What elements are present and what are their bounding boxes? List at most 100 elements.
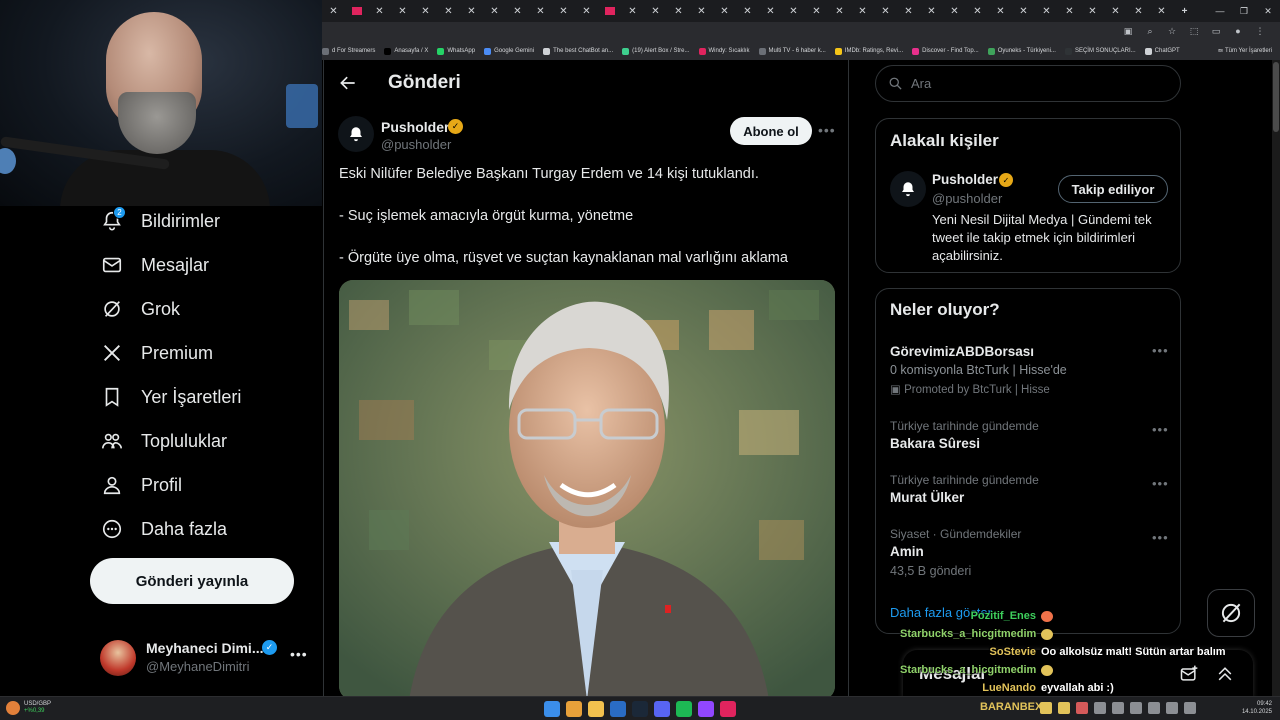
nav-item-grok[interactable]: Grok bbox=[100, 292, 180, 326]
bookmark-item[interactable]: The best ChatBot an... bbox=[543, 47, 613, 55]
browser-tab[interactable] bbox=[345, 2, 368, 20]
browser-tab[interactable]: ✕ bbox=[874, 2, 897, 20]
browser-tab[interactable]: ✕ bbox=[966, 2, 989, 20]
extensions-icon[interactable]: ⬚ bbox=[1188, 25, 1200, 37]
tray-icon[interactable] bbox=[1094, 702, 1106, 714]
tray-icon[interactable] bbox=[1112, 702, 1124, 714]
clock[interactable]: 09:42 14.10.2025 bbox=[1242, 700, 1272, 716]
related-handle[interactable]: @pusholder bbox=[932, 191, 1002, 206]
browser-tab[interactable]: ✕ bbox=[782, 2, 805, 20]
browser-tab[interactable]: ✕ bbox=[483, 2, 506, 20]
nav-item-daha-fazla[interactable]: Daha fazla bbox=[100, 512, 227, 546]
bookmark-item[interactable]: Oyuneks - Türkiyeni... bbox=[987, 47, 1056, 55]
new-tab-button[interactable]: + bbox=[1173, 2, 1196, 20]
browser-tab[interactable]: ✕ bbox=[989, 2, 1012, 20]
browser-tab[interactable]: ✕ bbox=[368, 2, 391, 20]
maximize-button[interactable]: ❐ bbox=[1232, 0, 1256, 22]
bookmark-item[interactable]: IMDb: Ratings, Revi... bbox=[834, 47, 903, 55]
browser-tab[interactable]: ✕ bbox=[1150, 2, 1173, 20]
chrome-icon[interactable] bbox=[566, 701, 582, 717]
bookmark-item[interactable]: Discover - Find Top... bbox=[912, 47, 979, 55]
main-scrollbar[interactable] bbox=[862, 60, 866, 696]
trend-more-icon[interactable]: ••• bbox=[1152, 476, 1169, 491]
streaming-app-icon[interactable] bbox=[698, 701, 714, 717]
file-explorer-icon[interactable] bbox=[588, 701, 604, 717]
browser-tab[interactable]: ✕ bbox=[460, 2, 483, 20]
browser-tab[interactable]: ✕ bbox=[552, 2, 575, 20]
post-button[interactable]: Gönderi yayınla bbox=[90, 558, 294, 604]
post-author-handle[interactable]: @pusholder bbox=[381, 137, 451, 152]
trend-title[interactable]: Bakara Sûresi bbox=[890, 436, 980, 451]
scrollbar-thumb[interactable] bbox=[1273, 62, 1279, 132]
browser-tab[interactable] bbox=[598, 2, 621, 20]
browser-tab[interactable]: ✕ bbox=[805, 2, 828, 20]
trend-title[interactable]: GörevimizABDBorsası bbox=[890, 344, 1034, 359]
bookmark-item[interactable]: SEÇİM SONUÇLARI... bbox=[1064, 47, 1136, 55]
menu-icon[interactable]: ⋮ bbox=[1254, 25, 1266, 37]
browser-tab[interactable]: ✕ bbox=[920, 2, 943, 20]
trend-title[interactable]: Amin bbox=[890, 544, 924, 559]
bookmark-item[interactable]: ChatGPT bbox=[1144, 47, 1180, 55]
bookmark-item[interactable]: Google Gemini bbox=[484, 47, 534, 55]
ticker-widget[interactable]: USD/GBP +%0,39 bbox=[6, 701, 51, 715]
discord-icon[interactable] bbox=[654, 701, 670, 717]
grok-floating-button[interactable] bbox=[1207, 589, 1255, 637]
spotify-icon[interactable] bbox=[676, 701, 692, 717]
browser-tab[interactable]: ✕ bbox=[529, 2, 552, 20]
steam-icon[interactable] bbox=[632, 701, 648, 717]
browser-tab[interactable]: ✕ bbox=[1035, 2, 1058, 20]
close-window-button[interactable]: ✕ bbox=[1256, 0, 1280, 22]
page-scrollbar[interactable] bbox=[1272, 60, 1280, 696]
obs-icon[interactable] bbox=[720, 701, 736, 717]
browser-tab[interactable]: ✕ bbox=[506, 2, 529, 20]
browser-tab[interactable]: ✕ bbox=[736, 2, 759, 20]
trend-title[interactable]: Murat Ülker bbox=[890, 490, 964, 505]
browser-tab[interactable]: ✕ bbox=[322, 2, 345, 20]
minimize-button[interactable]: — bbox=[1208, 0, 1232, 22]
bookmark-item[interactable]: WhatsApp bbox=[437, 47, 475, 55]
store-icon[interactable] bbox=[610, 701, 626, 717]
browser-tab[interactable]: ✕ bbox=[943, 2, 966, 20]
browser-tab[interactable]: ✕ bbox=[414, 2, 437, 20]
trend-more-icon[interactable]: ••• bbox=[1152, 422, 1169, 437]
trend-more-icon[interactable]: ••• bbox=[1152, 530, 1169, 545]
browser-tab[interactable]: ✕ bbox=[851, 2, 874, 20]
zoom-icon[interactable]: ⌕ bbox=[1144, 25, 1156, 37]
browser-tab[interactable]: ✕ bbox=[690, 2, 713, 20]
bookmark-item[interactable]: Anasayfa / X bbox=[384, 47, 428, 55]
nav-item-premium[interactable]: Premium bbox=[100, 336, 213, 370]
account-more-icon[interactable]: ••• bbox=[290, 646, 308, 662]
related-avatar[interactable] bbox=[890, 171, 926, 207]
star-icon[interactable]: ☆ bbox=[1166, 25, 1178, 37]
all-bookmarks[interactable]: ▭ Tüm Yer İşaretleri bbox=[1218, 47, 1272, 54]
browser-tab[interactable]: ✕ bbox=[391, 2, 414, 20]
search-box[interactable] bbox=[875, 65, 1181, 102]
sidebar-icon[interactable]: ▭ bbox=[1210, 25, 1222, 37]
browser-tab[interactable]: ✕ bbox=[1081, 2, 1104, 20]
related-name[interactable]: Pusholder bbox=[932, 172, 998, 187]
volume-icon[interactable] bbox=[1166, 702, 1178, 714]
search-input[interactable] bbox=[911, 76, 1161, 91]
browser-tab[interactable]: ✕ bbox=[644, 2, 667, 20]
post-image[interactable] bbox=[339, 280, 835, 696]
nav-item-mesajlar[interactable]: Mesajlar bbox=[100, 248, 209, 282]
account-switcher[interactable]: Meyhaneci Dimi... ✓ @MeyhaneDimitri ••• bbox=[100, 636, 310, 680]
battery-icon[interactable] bbox=[1184, 702, 1196, 714]
browser-tab[interactable]: ✕ bbox=[1058, 2, 1081, 20]
post-author-name[interactable]: Pusholder bbox=[381, 119, 449, 135]
bookmark-item[interactable]: Windy: Sıcaklık bbox=[698, 47, 750, 55]
bookmark-item[interactable]: d For Streamers bbox=[322, 47, 375, 55]
browser-tab[interactable]: ✕ bbox=[1012, 2, 1035, 20]
browser-tab[interactable]: ✕ bbox=[828, 2, 851, 20]
post-author-avatar[interactable] bbox=[338, 116, 374, 152]
post-more-icon[interactable]: ••• bbox=[818, 122, 836, 138]
bookmark-item[interactable]: Multi TV - 6 haber k... bbox=[758, 47, 826, 55]
nav-item-topluluklar[interactable]: Topluluklar bbox=[100, 424, 227, 458]
browser-tab[interactable]: ✕ bbox=[575, 2, 598, 20]
bookmark-item[interactable]: (19) Alert Box / Stre... bbox=[622, 47, 690, 55]
browser-tab[interactable]: ✕ bbox=[621, 2, 644, 20]
back-arrow-icon[interactable] bbox=[338, 73, 358, 93]
nav-item-profil[interactable]: Profil bbox=[100, 468, 182, 502]
address-bar[interactable]: ▣ ⌕ ☆ ⬚ ▭ ● ⋮ bbox=[322, 22, 1280, 42]
browser-tab[interactable]: ✕ bbox=[759, 2, 782, 20]
